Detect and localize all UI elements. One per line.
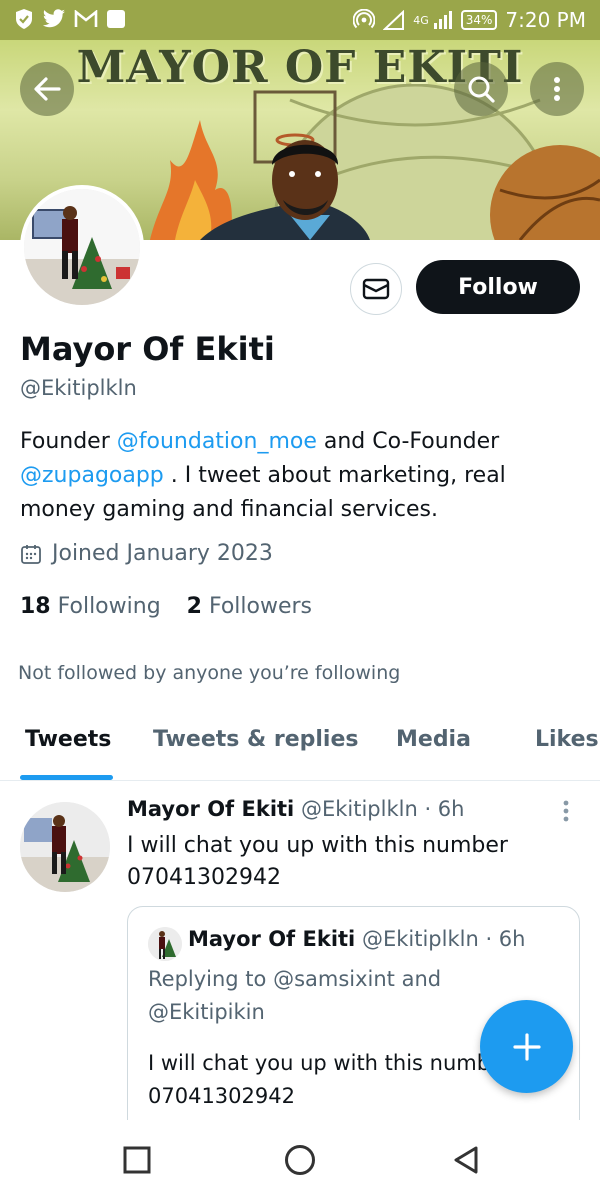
compose-tweet-button[interactable] xyxy=(480,1000,573,1093)
joined-date: Joined January 2023 xyxy=(20,541,273,566)
profile-name: Mayor Of Ekiti xyxy=(20,330,275,368)
bio-mention-foundation[interactable]: @foundation_moe xyxy=(117,429,317,454)
home-button[interactable] xyxy=(280,1140,320,1180)
twitter-bird-icon xyxy=(42,9,65,28)
arrow-left-icon xyxy=(34,77,61,101)
back-nav-button[interactable] xyxy=(446,1140,486,1180)
followers-label: Followers xyxy=(208,594,313,619)
follow-button[interactable]: Follow xyxy=(416,260,580,314)
avatar-photo xyxy=(20,802,110,892)
recent-apps-button[interactable] xyxy=(117,1140,157,1180)
tweet-text: I will chat you up with this number 0704… xyxy=(127,833,508,890)
quoted-tweet-avatar xyxy=(148,927,182,961)
following-stat[interactable]: 18 Following xyxy=(20,594,161,619)
system-navigation-bar xyxy=(0,1120,600,1200)
square-icon xyxy=(123,1146,151,1174)
more-vertical-icon xyxy=(563,800,569,822)
banner-title: MAYOR OF EKITI xyxy=(76,42,524,93)
circle-icon xyxy=(285,1145,315,1175)
network-type-label: 4G xyxy=(413,13,429,27)
quoted-tweet-header: Mayor Of Ekiti @Ekitiplkln · 6h xyxy=(188,927,525,951)
tweet-more-button[interactable] xyxy=(556,800,576,824)
quoted-tweet-author-handle: @Ekitiplkln xyxy=(361,927,479,951)
more-vertical-icon xyxy=(554,77,560,101)
signal-icon xyxy=(383,10,405,30)
search-icon xyxy=(468,76,495,103)
gmail-icon xyxy=(74,10,98,27)
tab-media[interactable]: Media xyxy=(396,727,471,752)
profile-bio: Founder @foundation_moe and Co-Founder @… xyxy=(20,425,580,527)
more-options-button[interactable] xyxy=(530,62,584,116)
tweet-author-handle: @Ekitiplkln xyxy=(300,797,418,821)
bio-mention-zupagoapp[interactable]: @zupagoapp xyxy=(20,463,164,488)
status-notification-icons xyxy=(14,8,126,30)
joined-text: Joined January 2023 xyxy=(52,541,273,566)
profile-avatar[interactable] xyxy=(20,185,144,309)
calendar-icon xyxy=(21,544,41,564)
message-button[interactable] xyxy=(350,263,402,315)
search-button[interactable] xyxy=(454,62,508,116)
tweet-header: Mayor Of Ekiti @Ekitiplkln · 6h xyxy=(127,797,464,821)
bio-text: Founder xyxy=(20,429,117,454)
hotspot-icon xyxy=(353,9,376,29)
status-system-icons: 4G 34% 7:20 PM xyxy=(353,8,586,32)
not-followed-notice: Not followed by anyone you’re following xyxy=(18,662,401,684)
quoted-tweet-author-name: Mayor Of Ekiti xyxy=(188,927,356,951)
shield-icon xyxy=(16,9,32,29)
tab-likes[interactable]: Likes xyxy=(535,727,599,752)
status-bar: 4G 34% 7:20 PM xyxy=(0,0,600,40)
tweet-avatar[interactable] xyxy=(20,802,110,892)
following-count: 18 xyxy=(20,594,51,619)
profile-handle: @Ekitiplkln xyxy=(20,376,137,400)
following-label: Following xyxy=(57,594,161,619)
follow-stats: 18 Following 2 Followers xyxy=(20,594,312,619)
back-button[interactable] xyxy=(20,62,74,116)
tweet-time: · 6h xyxy=(424,797,465,821)
signal-bars-icon xyxy=(433,11,452,29)
status-time: 7:20 PM xyxy=(505,8,586,32)
bio-text: and Co-Founder xyxy=(316,429,500,454)
envelope-icon xyxy=(362,278,390,300)
followers-count: 2 xyxy=(186,594,202,619)
tab-tweets[interactable]: Tweets xyxy=(25,727,111,752)
tweet-author-name[interactable]: Mayor Of Ekiti xyxy=(127,797,294,821)
active-tab-indicator xyxy=(20,775,113,780)
avatar-photo xyxy=(24,189,140,305)
triangle-back-icon xyxy=(454,1146,478,1174)
quoted-tweet-replying-to: Replying to @samsixint and @Ekitipikin xyxy=(148,967,442,1024)
profile-tabs: Tweets Tweets & replies Media Likes xyxy=(0,715,600,781)
battery-indicator: 34% xyxy=(460,10,498,30)
followers-stat[interactable]: 2 Followers xyxy=(187,594,312,619)
quoted-tweet-time: · 6h xyxy=(485,927,526,951)
tab-tweets-replies[interactable]: Tweets & replies xyxy=(153,727,359,752)
app-notification-icon xyxy=(107,10,125,28)
plus-icon xyxy=(512,1032,541,1061)
avatar-photo xyxy=(148,927,182,961)
